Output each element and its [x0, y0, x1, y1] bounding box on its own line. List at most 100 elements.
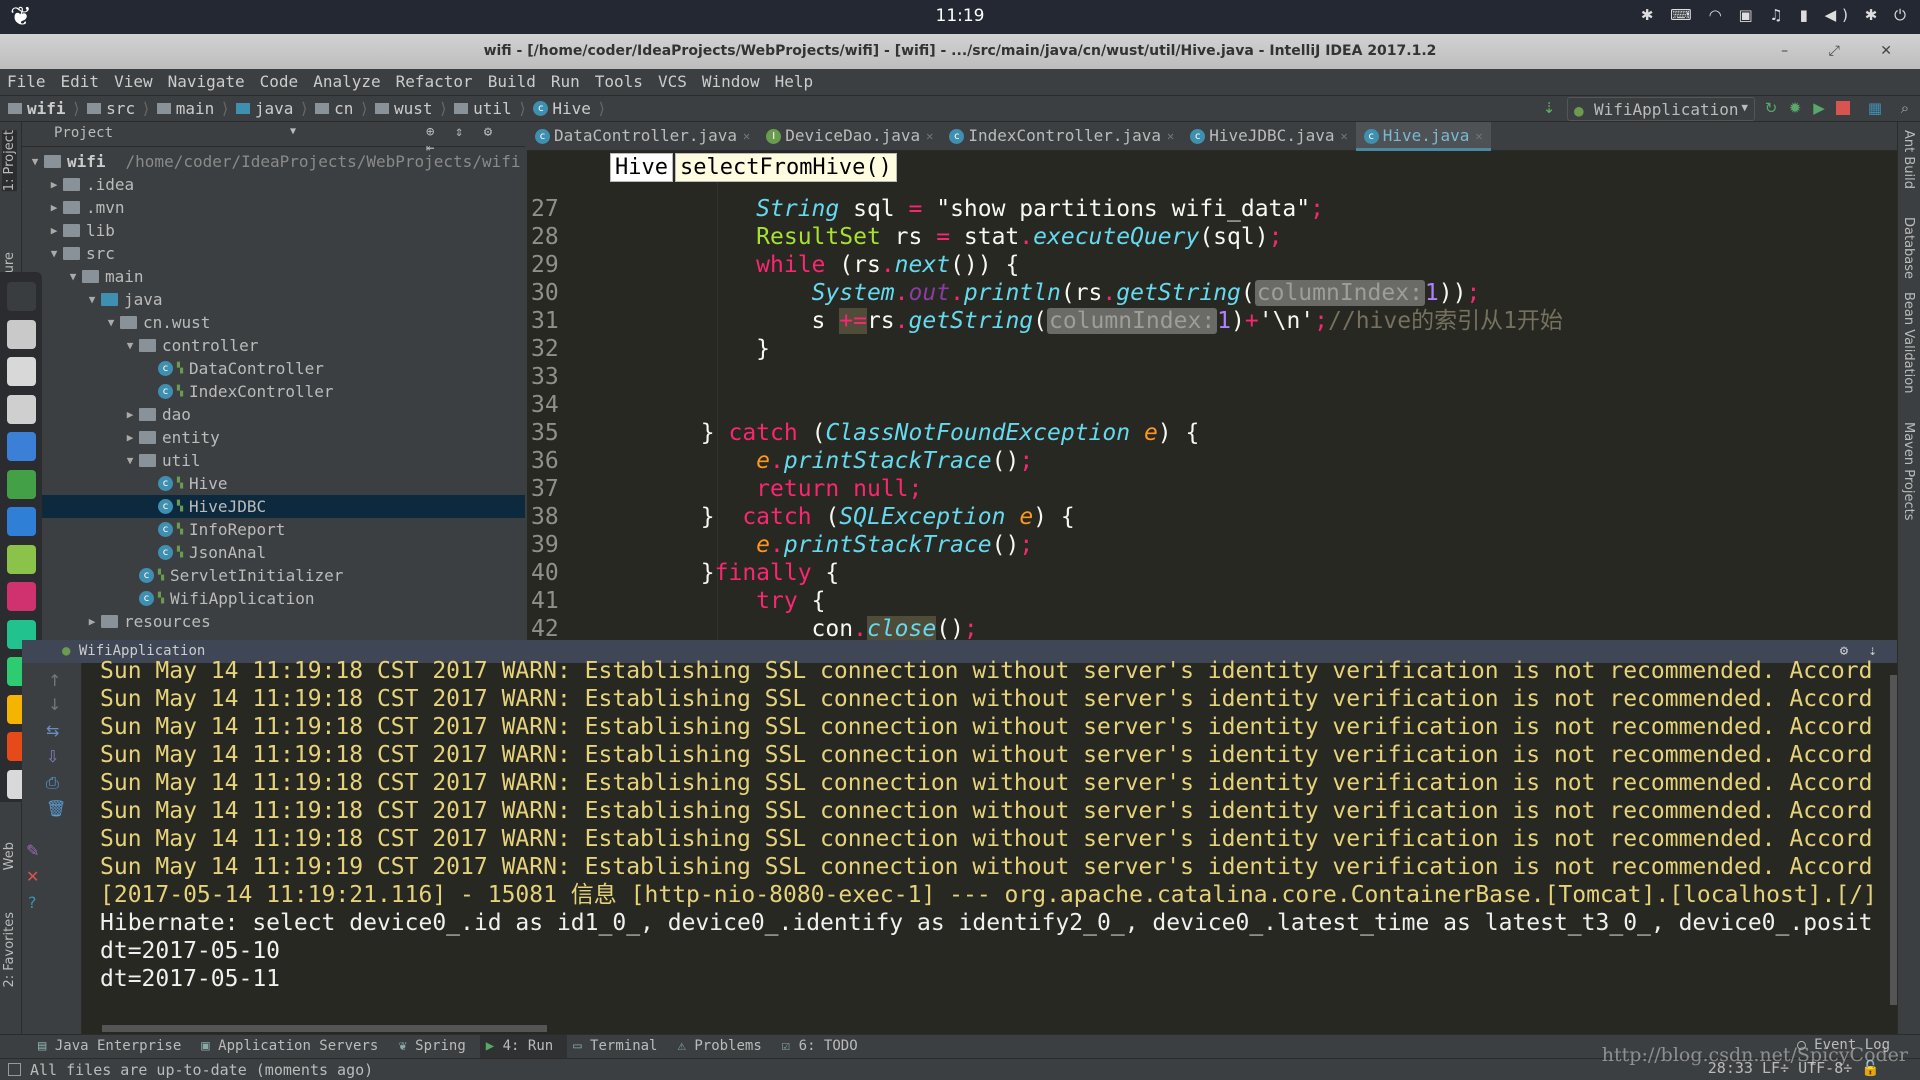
tab-devicedao[interactable]: I DeviceDao.java ✕	[758, 122, 941, 151]
bottom-tab-run[interactable]: ▶ 4: Run	[479, 1035, 568, 1059]
tree-item[interactable]: ▶ lib	[22, 219, 525, 242]
breadcrumb-item[interactable]: wifi ⟩	[8, 99, 81, 118]
tree-item[interactable]: c ▚ ServletInitializer	[22, 564, 525, 587]
launcher-app-icon[interactable]	[7, 394, 36, 424]
expand-arrow-icon[interactable]: ▼	[26, 150, 44, 173]
close-tab-icon[interactable]: ✕	[1475, 129, 1482, 143]
tree-item[interactable]: ▶ .mvn	[22, 196, 525, 219]
tree-item[interactable]: ▼ src	[22, 242, 525, 265]
rerun-icon[interactable]: ↻	[1762, 99, 1780, 117]
tool-windows-icon[interactable]	[8, 1063, 21, 1076]
menu-code[interactable]: Code	[253, 69, 307, 95]
pin-icon[interactable]: ✎	[26, 841, 39, 860]
launcher-app-icon[interactable]	[7, 319, 36, 349]
right-tool-tab[interactable]: Maven Projects	[1901, 422, 1916, 521]
menu-edit[interactable]: Edit	[54, 69, 108, 95]
bottom-tab-terminal[interactable]: ▭ Terminal	[567, 1035, 671, 1059]
right-tool-tab[interactable]: Ant Build	[1901, 130, 1916, 189]
tree-item[interactable]: c ▚ IndexController	[22, 380, 525, 403]
tree-item[interactable]: c ▚ Hive	[22, 472, 525, 495]
menu-navigate[interactable]: Navigate	[161, 69, 253, 95]
launcher-app-icon[interactable]	[7, 582, 36, 611]
tree-item[interactable]: ▼ java	[22, 288, 525, 311]
project-structure-icon[interactable]: ▦	[1866, 99, 1884, 117]
breadcrumb-method[interactable]: selectFromHive()	[674, 153, 897, 182]
stop-icon[interactable]	[1836, 101, 1850, 115]
system-tray-icons[interactable]: ✱ ⌨ ◠ ▣ ♫ ▮ ◀) ✱ ⏻	[1641, 6, 1912, 24]
menu-build[interactable]: Build	[481, 69, 544, 95]
breadcrumb-item[interactable]: util ⟩	[454, 99, 527, 118]
tree-item[interactable]: ▼ util	[22, 449, 525, 472]
bottom-tab-javaenterprise[interactable]: ▤ Java Enterprise	[32, 1035, 195, 1059]
tree-item[interactable]: c ▚ InfoReport	[22, 518, 525, 541]
tree-item[interactable]: c ▚ DataController	[22, 357, 525, 380]
close-tab-icon[interactable]: ✕	[743, 129, 750, 143]
system-clock[interactable]: 11:19	[0, 6, 1920, 26]
collapse-arrow-icon[interactable]: ▶	[121, 403, 139, 426]
window-controls[interactable]: – ⤢ ✕	[1781, 34, 1910, 69]
expand-arrow-icon[interactable]: ▼	[121, 449, 139, 472]
print-icon[interactable]: ⎙	[46, 773, 59, 793]
tree-item[interactable]: c ▚ HiveJDBC	[22, 495, 525, 518]
launcher-app-icon[interactable]	[7, 544, 36, 574]
tree-item[interactable]: c ▚ JsonAnal	[22, 541, 525, 564]
project-tool-tab[interactable]: 1: Project	[2, 130, 17, 192]
favorites-tool-tab[interactable]: 2: Favorites	[2, 912, 17, 988]
close-tab-icon[interactable]: ✕	[926, 129, 933, 143]
breadcrumb-item[interactable]: java ⟩	[235, 99, 309, 118]
horizontal-scrollbar[interactable]	[102, 1025, 547, 1032]
close-icon[interactable]: ✕	[26, 867, 39, 886]
launcher-app-icon[interactable]	[7, 432, 36, 461]
bottom-tab-spring[interactable]: ❦ Spring	[392, 1035, 479, 1059]
breadcrumb-item[interactable]: c Hive ⟩	[533, 99, 606, 118]
breadcrumb-item[interactable]: src ⟩	[87, 99, 151, 118]
tab-datacontroller[interactable]: c DataController.java ✕	[527, 122, 758, 151]
tree-item[interactable]: ▶ resources	[22, 610, 525, 633]
breadcrumb-item[interactable]: cn ⟩	[315, 99, 369, 118]
tree-item[interactable]: ▶ entity	[22, 426, 525, 449]
launcher-app-icon[interactable]	[7, 469, 36, 499]
menu-help[interactable]: Help	[768, 69, 822, 95]
close-tab-icon[interactable]: ✕	[1167, 129, 1174, 143]
tab-indexcontroller[interactable]: c IndexController.java ✕	[941, 122, 1182, 151]
menu-file[interactable]: File	[0, 69, 54, 95]
bottom-tab-todo[interactable]: ☑ 6: TODO	[776, 1035, 872, 1059]
web-tool-tab[interactable]: Web	[2, 842, 17, 870]
collapse-arrow-icon[interactable]: ▶	[45, 219, 63, 242]
launcher-app-icon[interactable]	[7, 282, 36, 311]
scroll-down-icon[interactable]: ↓	[48, 695, 61, 714]
tree-item[interactable]: ▼ main	[22, 265, 525, 288]
expand-arrow-icon[interactable]: ▼	[83, 288, 101, 311]
expand-arrow-icon[interactable]: ▼	[64, 265, 82, 288]
breadcrumb-item[interactable]: wust ⟩	[374, 99, 448, 118]
tab-hive[interactable]: c Hive.java ✕	[1355, 122, 1491, 151]
tree-item[interactable]: ▼ controller	[22, 334, 525, 357]
launcher-app-icon[interactable]	[7, 357, 36, 386]
tree-item[interactable]: ▶ dao	[22, 403, 525, 426]
launcher-app-icon[interactable]	[7, 507, 36, 536]
menu-run[interactable]: Run	[544, 69, 588, 95]
console-output[interactable]: Sun May 14 11:19:18 CST 2017 WARN: Estab…	[100, 657, 1887, 1007]
breadcrumb-class[interactable]: Hive	[610, 153, 673, 182]
expand-arrow-icon[interactable]: ▼	[121, 334, 139, 357]
clear-all-icon[interactable]: 🗑	[46, 799, 66, 818]
chevron-down-icon[interactable]: ▼	[290, 126, 296, 137]
help-icon[interactable]: ?	[28, 893, 37, 912]
project-view-select[interactable]: Project	[54, 125, 113, 141]
tree-root[interactable]: ▼ wifi /home/coder/IdeaProjects/WebProje…	[22, 150, 525, 173]
collapse-arrow-icon[interactable]: ▶	[83, 610, 101, 633]
menu-analyze[interactable]: Analyze	[306, 69, 388, 95]
tree-item[interactable]: ▼ cn.wust	[22, 311, 525, 334]
tab-hivejdbc[interactable]: c HiveJDBC.java ✕	[1182, 122, 1355, 151]
scroll-up-icon[interactable]: ↑	[48, 671, 61, 690]
soft-wrap-icon[interactable]: ⇆	[46, 721, 59, 740]
collapse-arrow-icon[interactable]: ▶	[45, 196, 63, 219]
bottom-tab-problems[interactable]: ⚠ Problems	[671, 1035, 775, 1059]
run-configuration-select[interactable]: ● WifiApplication ▼	[1567, 97, 1755, 121]
scroll-to-end-icon[interactable]: ⇩	[46, 747, 59, 766]
menu-view[interactable]: View	[107, 69, 161, 95]
right-tool-tab[interactable]: Bean Validation	[1901, 292, 1916, 393]
bottom-tab-applicationservers[interactable]: ▣ Application Servers	[195, 1035, 392, 1059]
debug-icon[interactable]: ✹	[1786, 99, 1804, 117]
right-tool-tab[interactable]: Database	[1901, 217, 1916, 279]
